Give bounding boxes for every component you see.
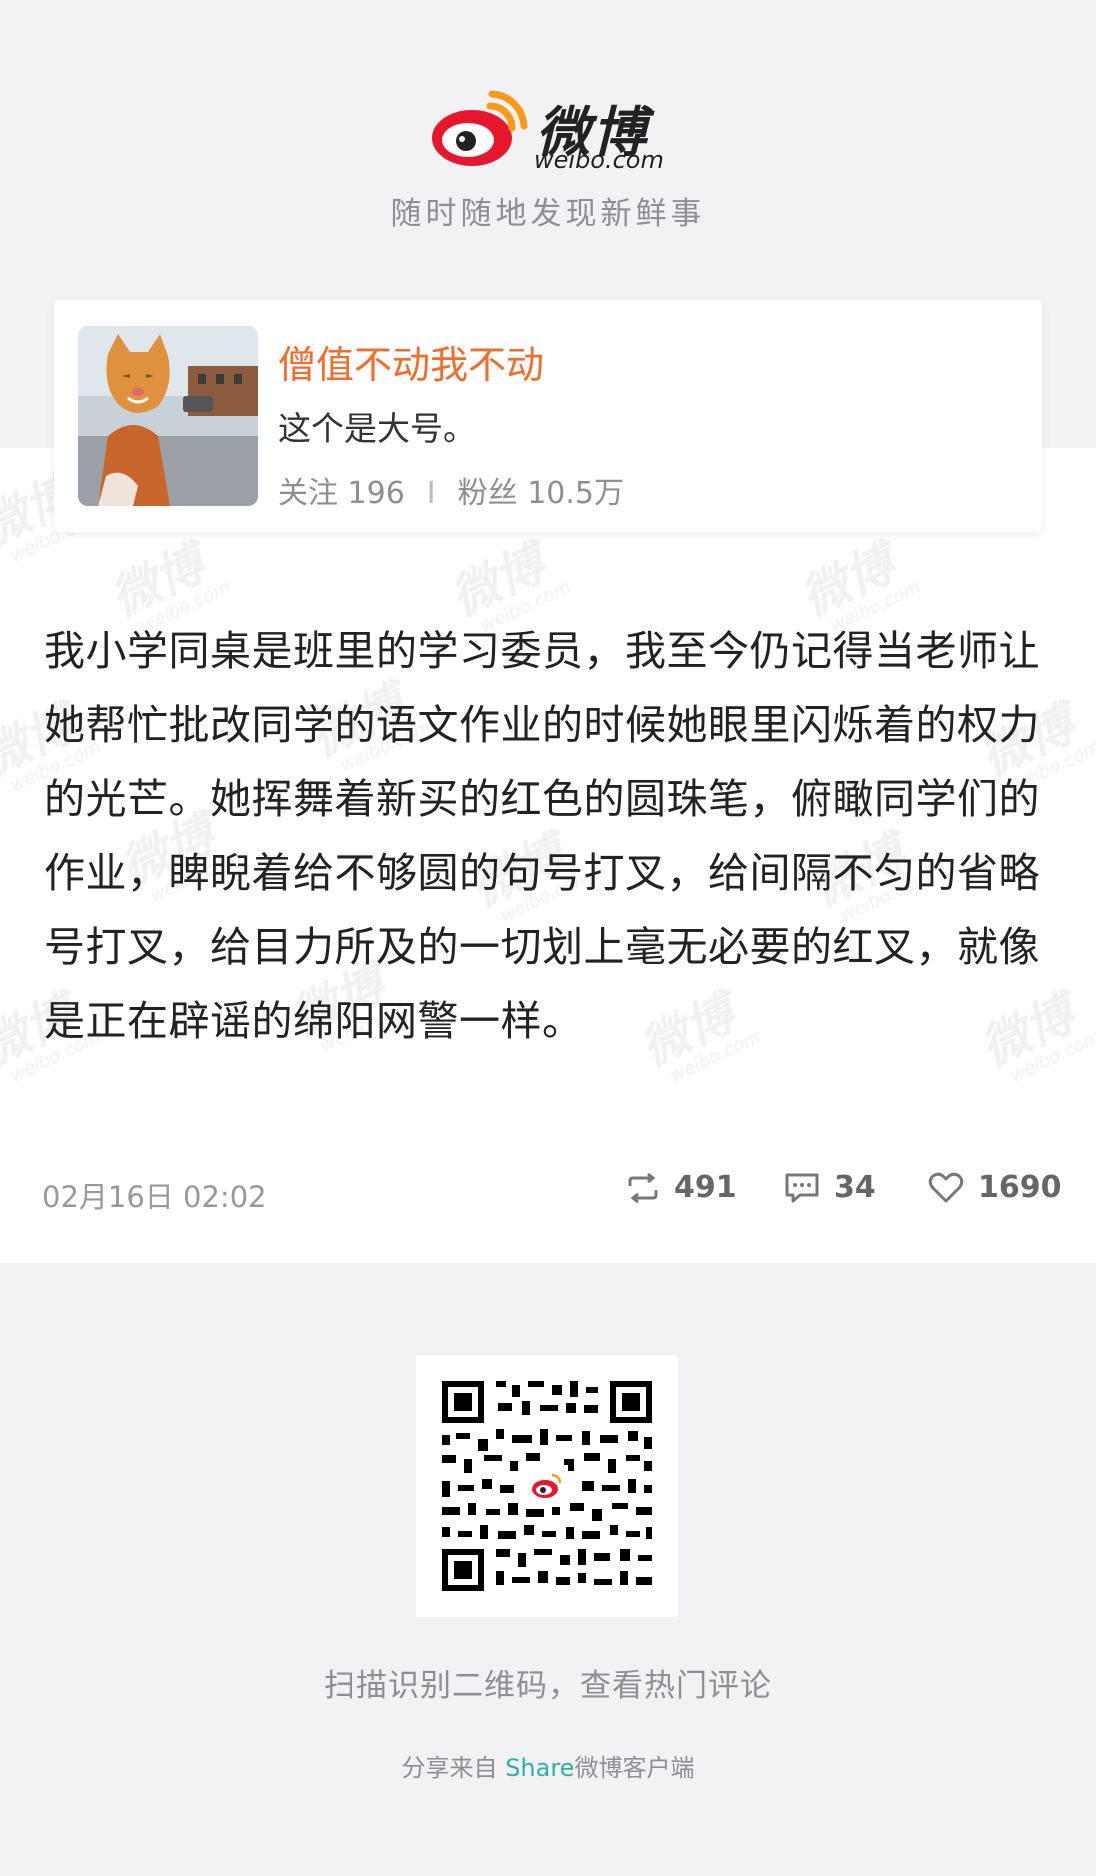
- post-meta: 02月16日 02:02 491 34 1690: [0, 1164, 1096, 1220]
- qr-caption: 扫描识别二维码，查看热门评论: [324, 1668, 772, 1704]
- user-card[interactable]: 僧值不动我不动 这个是大号。 关注 196 I 粉丝 10.5万: [54, 300, 1042, 532]
- qr-code-image: [416, 1355, 678, 1617]
- like-button[interactable]: 1690: [928, 1170, 1062, 1205]
- qr-code: [416, 1355, 678, 1617]
- weibo-eye-icon: [432, 90, 528, 166]
- user-avatar[interactable]: [78, 326, 258, 506]
- following-count: 关注 196: [278, 476, 405, 511]
- repost-button[interactable]: 491: [626, 1170, 737, 1205]
- repost-icon: [628, 1172, 658, 1203]
- comment-button[interactable]: 34: [784, 1170, 876, 1205]
- weibo-logo: 微博 weibo.com: [428, 88, 668, 178]
- logo-domain: weibo.com: [534, 146, 664, 174]
- user-stats: 关注 196 I 粉丝 10.5万: [278, 468, 624, 512]
- stats-separator: I: [426, 476, 436, 511]
- slogan: 随时随地发现新鲜事: [390, 196, 706, 232]
- share-source: 分享来自 Share微博客户端: [401, 1754, 695, 1782]
- user-bio: 这个是大号。: [278, 409, 476, 448]
- like-count: 1690: [978, 1170, 1062, 1205]
- post-body: 我小学同桌是班里的学习委员，我至今仍记得当老师让她帮忙批改同学的语文作业的时候她…: [44, 627, 1040, 1045]
- user-name[interactable]: 僧值不动我不动: [278, 334, 544, 389]
- comment-icon: [785, 1173, 819, 1202]
- followers-count: 粉丝 10.5万: [457, 476, 624, 511]
- heart-icon: [928, 1172, 964, 1202]
- share-app-name[interactable]: Share: [505, 1754, 574, 1782]
- cat-avatar-image: [78, 326, 258, 506]
- comment-count: 34: [834, 1170, 876, 1205]
- post-timestamp: 02月16日 02:02: [42, 1180, 267, 1214]
- repost-count: 491: [674, 1170, 737, 1205]
